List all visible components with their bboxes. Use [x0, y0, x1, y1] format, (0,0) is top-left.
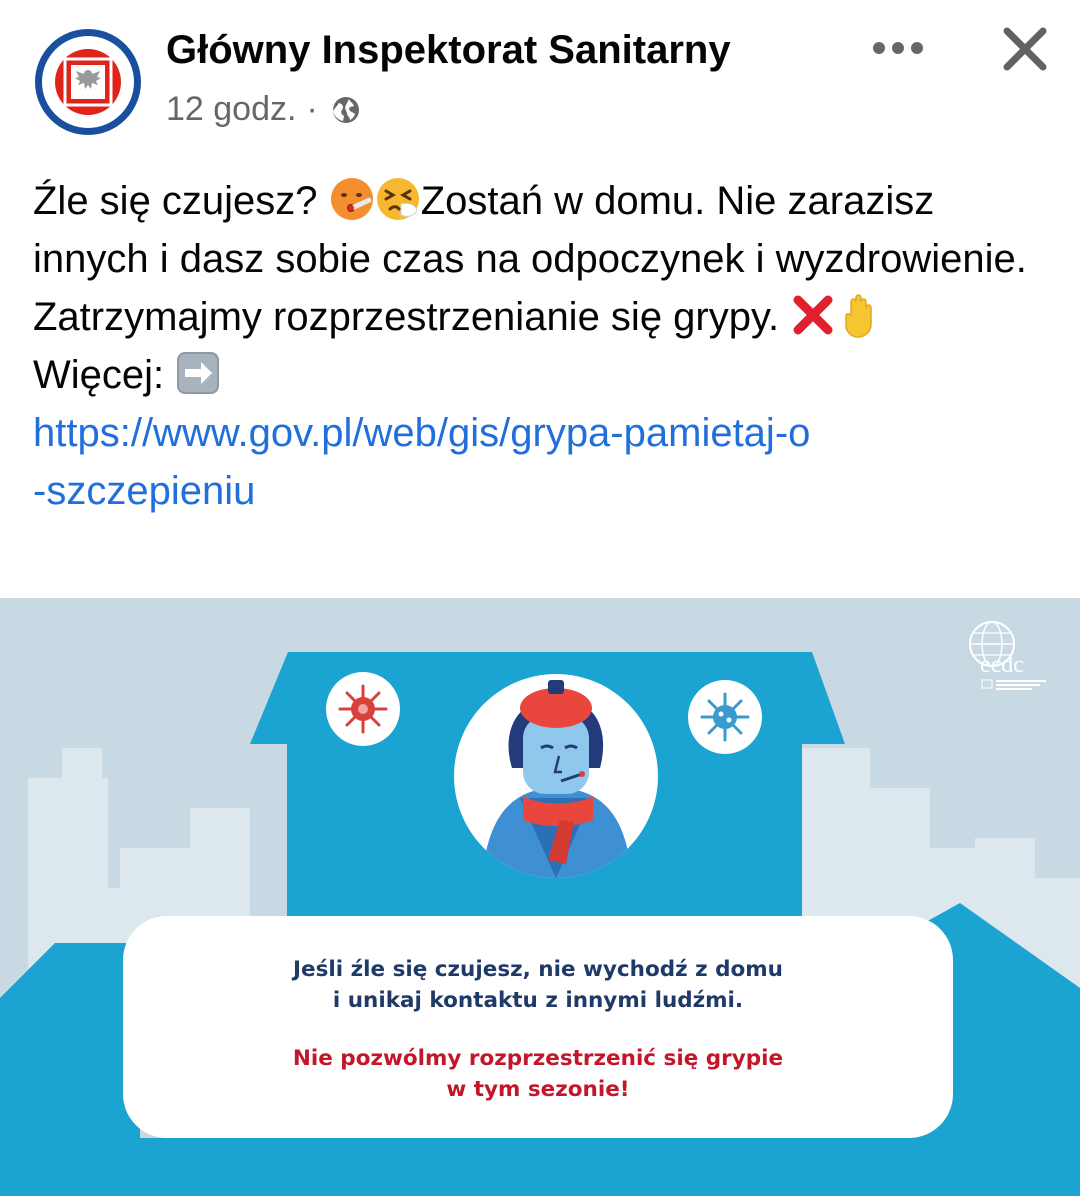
cross-mark-emoji [793, 295, 833, 335]
post-timestamp[interactable]: 12 godz. [166, 90, 296, 129]
post-paragraph-1: Źle się czujesz? Zostań w domu. Nie zara… [33, 172, 1043, 288]
post-image[interactable]: ecdc Jeśli źle się czujesz, nie wychodź … [0, 598, 1080, 1196]
post-link-part-2[interactable]: -szczepieniu [33, 469, 255, 513]
message-card: Jeśli źle się czujesz, nie wychodź z dom… [123, 916, 953, 1138]
svg-text:ecdc: ecdc [980, 652, 1024, 678]
ecdc-logo: ecdc [964, 620, 1060, 698]
meta-separator: · [306, 90, 318, 128]
warning-text: Nie pozwólmy rozprzestrzenić się grypie … [123, 1043, 953, 1105]
warning-line-2: w tym sezonie! [446, 1077, 630, 1102]
post-text: Źle się czujesz? Zostań w domu. Nie zara… [33, 172, 1043, 520]
post-link-part-1[interactable]: https://www.gov.pl/web/gis/grypa-pamieta… [33, 411, 810, 455]
post-paragraph-3: Więcej: [33, 346, 1043, 404]
warning-line-1: Nie pozwólmy rozprzestrzenić się grypie [292, 1046, 784, 1071]
post-link[interactable]: https://www.gov.pl/web/gis/grypa-pamieta… [33, 404, 1043, 520]
globe-icon [332, 96, 359, 123]
post-text-stop-flu: Zatrzymajmy rozprzestrzenianie się grypy… [33, 295, 780, 339]
message-text: Jeśli źle się czujesz, nie wychodź z dom… [123, 954, 953, 1016]
close-button[interactable] [996, 22, 1054, 76]
message-line-1: Jeśli źle się czujesz, nie wychodź z dom… [293, 957, 783, 982]
page-name-link[interactable]: Główny Inspektorat Sanitarny [166, 28, 731, 73]
tired-face-emoji [376, 178, 419, 220]
page-avatar[interactable]: PAŃSTWOWA INSPEKCJA SANITARNA [34, 28, 142, 136]
post-header: PAŃSTWOWA INSPEKCJA SANITARNA Główny Ins… [0, 0, 1080, 150]
post-text-question: Źle się czujesz? [33, 179, 318, 223]
post-text-more: Więcej: [33, 353, 165, 397]
right-arrow-emoji [177, 352, 220, 394]
raised-hand-emoji [845, 294, 873, 338]
post-meta: 12 godz. · [166, 90, 362, 129]
face-with-thermometer-emoji [330, 178, 373, 220]
more-options-button[interactable] [868, 24, 928, 72]
post-paragraph-2: Zatrzymajmy rozprzestrzenianie się grypy… [33, 288, 1043, 346]
more-options-icon [873, 42, 923, 54]
close-icon [1003, 27, 1047, 71]
message-line-2: i unikaj kontaktu z innymi ludźmi. [332, 988, 744, 1013]
